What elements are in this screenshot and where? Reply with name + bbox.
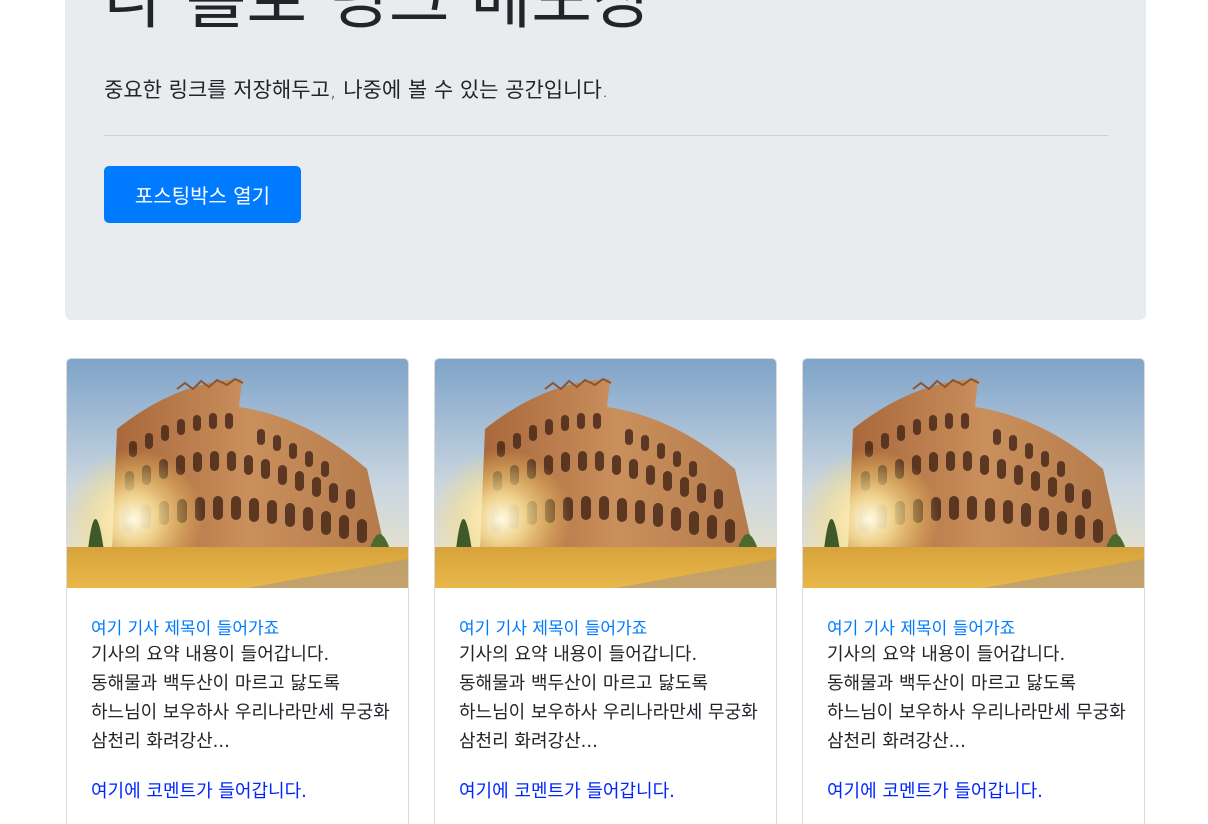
card-comment: 여기에 코멘트가 들어갑니다.	[827, 781, 1043, 802]
card-title-link[interactable]: 여기 기사 제목이 들어가죠	[827, 614, 1015, 639]
page-title: 나 홀로 링크 메모장	[104, 0, 653, 39]
article-card[interactable]: 여기 기사 제목이 들어가죠 기사의 요약 내용이 들어갑니다. 동해물과 백두…	[434, 358, 777, 824]
card-comment: 여기에 코멘트가 들어갑니다.	[459, 781, 675, 802]
open-posting-box-button[interactable]: 포스팅박스 열기	[104, 166, 301, 223]
divider	[104, 135, 1108, 136]
colosseum-image[interactable]	[435, 359, 776, 588]
card-title-link[interactable]: 여기 기사 제목이 들어가죠	[91, 614, 279, 639]
page-lead: 중요한 링크를 저장해두고, 나중에 볼 수 있는 공간입니다.	[104, 78, 609, 102]
article-card[interactable]: 여기 기사 제목이 들어가죠 기사의 요약 내용이 들어갑니다. 동해물과 백두…	[802, 358, 1145, 824]
card-comment: 여기에 코멘트가 들어갑니다.	[91, 781, 307, 802]
article-card[interactable]: 여기 기사 제목이 들어가죠 기사의 요약 내용이 들어갑니다. 동해물과 백두…	[66, 358, 409, 824]
card-summary: 기사의 요약 내용이 들어갑니다. 동해물과 백두산이 마르고 닳도록 하느님이…	[827, 644, 1126, 752]
colosseum-image[interactable]	[803, 359, 1144, 588]
card-summary: 기사의 요약 내용이 들어갑니다. 동해물과 백두산이 마르고 닳도록 하느님이…	[459, 644, 758, 752]
card-title-link[interactable]: 여기 기사 제목이 들어가죠	[459, 614, 647, 639]
colosseum-image[interactable]	[67, 359, 408, 588]
jumbotron: 나 홀로 링크 메모장 중요한 링크를 저장해두고, 나중에 볼 수 있는 공간…	[65, 0, 1146, 320]
card-summary: 기사의 요약 내용이 들어갑니다. 동해물과 백두산이 마르고 닳도록 하느님이…	[91, 644, 390, 752]
